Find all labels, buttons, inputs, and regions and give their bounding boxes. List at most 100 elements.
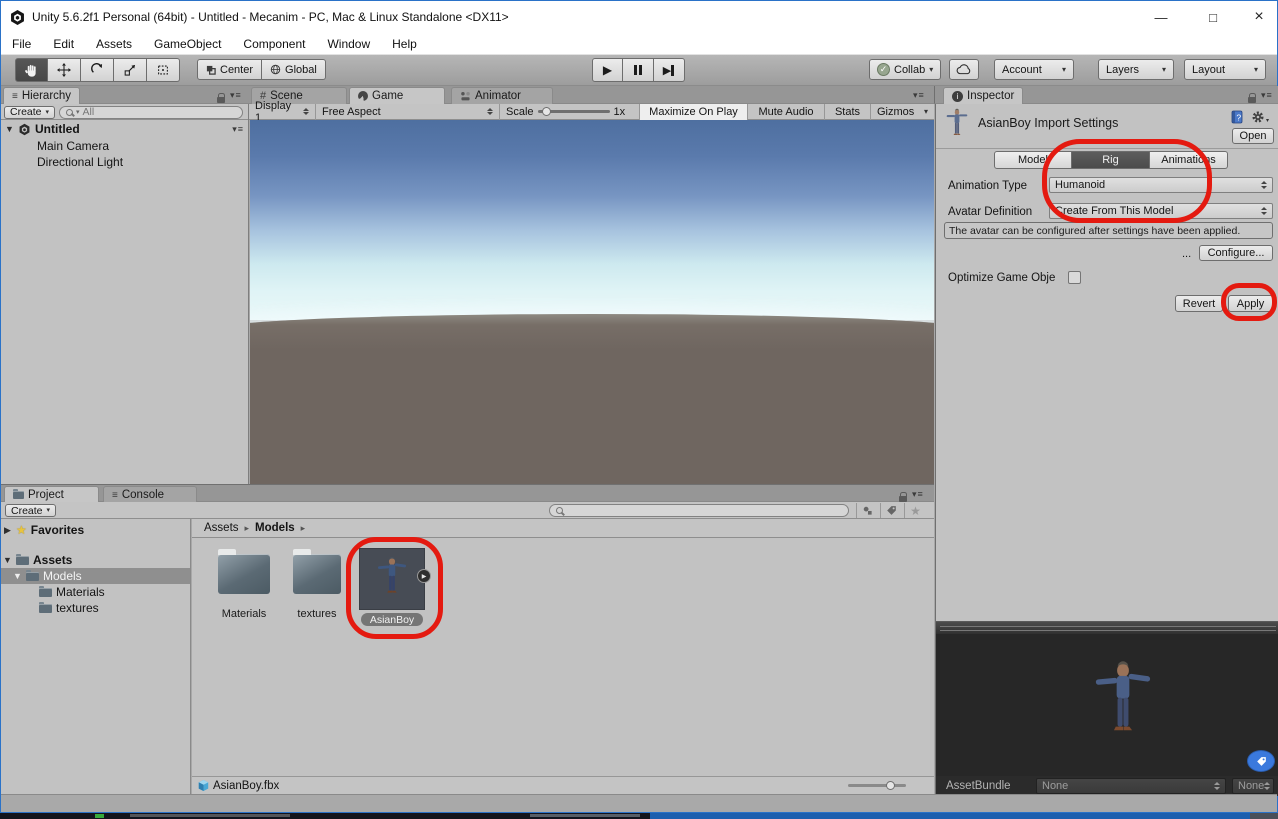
pivot-center-button[interactable]: Center	[197, 59, 262, 80]
collab-check-icon: ✓	[877, 63, 890, 76]
tag-icon	[1256, 756, 1267, 767]
menu-component[interactable]: Component	[232, 33, 316, 55]
menu-gameobject[interactable]: GameObject	[143, 33, 232, 55]
maximize-on-play-toggle[interactable]: Maximize On Play	[640, 104, 748, 120]
close-button[interactable]: ×	[1239, 2, 1278, 32]
tab-hierarchy[interactable]: ≡ Hierarchy	[3, 87, 80, 104]
taskbar-active-app[interactable]	[650, 813, 1250, 819]
menu-help[interactable]: Help	[381, 33, 428, 55]
thumbnail-size-slider[interactable]	[848, 784, 906, 787]
optimize-checkbox[interactable]	[1068, 271, 1081, 284]
console-icon: ≡	[112, 490, 118, 501]
gizmos-dropdown[interactable]: Gizmos▾	[871, 104, 934, 120]
tab-console[interactable]: ≡ Console	[103, 486, 197, 503]
globe-icon	[270, 64, 281, 75]
breadcrumb-assets[interactable]: Assets	[204, 522, 239, 534]
menu-window[interactable]: Window	[316, 33, 381, 55]
layout-dropdown[interactable]: Layout▾	[1184, 59, 1266, 80]
panel-menu-icon[interactable]: ▾≡	[1261, 90, 1273, 101]
open-button[interactable]: Open	[1232, 128, 1274, 144]
taskbar-app-icon[interactable]	[95, 814, 104, 818]
preview-resize-handle[interactable]	[936, 621, 1278, 634]
mute-audio-toggle[interactable]: Mute Audio	[748, 104, 825, 120]
game-toolbar: Display 1 Free Aspect Scale 1x Maximize …	[249, 104, 934, 120]
assetbundle-tag-button[interactable]	[1248, 751, 1274, 771]
tab-inspector[interactable]: i Inspector	[943, 87, 1023, 104]
updown-icon	[303, 108, 309, 116]
panel-menu-icon[interactable]: ▾≡	[230, 90, 242, 101]
game-view[interactable]	[250, 120, 934, 484]
rotate-tool-button[interactable]	[81, 58, 114, 82]
saved-search-star-button[interactable]: ★	[904, 503, 926, 518]
search-by-type-button[interactable]	[856, 503, 878, 518]
tab-animator[interactable]: Animator	[451, 87, 553, 104]
configure-button[interactable]: Configure...	[1199, 245, 1273, 261]
tab-project[interactable]: Project	[4, 486, 99, 503]
project-search-input[interactable]	[549, 504, 849, 517]
updown-icon	[1261, 207, 1267, 215]
hierarchy-scene-row[interactable]: ▼ Untitled ▾≡	[1, 121, 248, 137]
tree-assets[interactable]: ▼ Assets	[1, 552, 190, 568]
move-tool-button[interactable]	[48, 58, 81, 82]
hierarchy-item-main-camera[interactable]: Main Camera	[37, 138, 109, 154]
move-icon	[57, 63, 71, 77]
panel-menu-icon[interactable]: ▾≡	[913, 90, 925, 101]
avatar-definition-label: Avatar Definition	[948, 206, 1032, 218]
revert-button[interactable]: Revert	[1175, 295, 1223, 312]
unity-logo-icon	[9, 9, 26, 26]
maximize-button[interactable]: □	[1193, 2, 1233, 32]
play-icon: ▶	[603, 63, 612, 77]
chevron-down-icon: ▾	[1254, 66, 1258, 74]
tab-game[interactable]: Game	[349, 87, 445, 104]
slider-thumb[interactable]	[886, 781, 895, 790]
expanded-icon[interactable]: ▼	[5, 124, 14, 134]
rect-tool-button[interactable]	[147, 58, 180, 82]
updown-icon	[487, 108, 493, 116]
folder-icon	[39, 604, 52, 613]
minimize-button[interactable]: —	[1141, 2, 1181, 32]
step-button[interactable]: ▶	[654, 58, 685, 82]
annotation-circle-rig-settings	[1042, 139, 1212, 223]
pause-button[interactable]	[623, 58, 654, 82]
search-by-label-button[interactable]	[880, 503, 902, 518]
help-icon[interactable]: ?	[1230, 110, 1244, 127]
hierarchy-item-directional-light[interactable]: Directional Light	[37, 154, 123, 170]
gear-icon[interactable]: ▾	[1251, 110, 1269, 124]
assetbundle-variant-dropdown[interactable]: None	[1232, 778, 1274, 794]
menu-edit[interactable]: Edit	[42, 33, 85, 55]
tree-favorites[interactable]: ▶ ★ Favorites	[1, 522, 190, 538]
grid-item-materials[interactable]: Materials	[214, 554, 274, 620]
tree-textures[interactable]: textures	[1, 600, 190, 616]
scale-slider[interactable]	[538, 110, 610, 113]
breadcrumb-models[interactable]: Models	[255, 522, 295, 534]
scene-menu-icon[interactable]: ▾≡	[232, 124, 244, 135]
assetbundle-dropdown[interactable]: None	[1036, 778, 1226, 794]
preview-viewport[interactable]	[936, 634, 1278, 776]
menu-file[interactable]: File	[1, 33, 42, 55]
stats-toggle[interactable]: Stats	[825, 104, 871, 120]
menu-assets[interactable]: Assets	[85, 33, 143, 55]
titlebar: Unity 5.6.2f1 Personal (64bit) - Untitle…	[1, 1, 1277, 33]
cloud-button[interactable]	[949, 59, 979, 80]
lock-icon[interactable]	[1248, 97, 1256, 103]
project-create-button[interactable]: Create▾	[5, 504, 56, 517]
layers-dropdown[interactable]: Layers▾	[1098, 59, 1174, 80]
windows-taskbar[interactable]	[0, 813, 1278, 819]
hierarchy-create-button[interactable]: Create▾	[4, 106, 55, 119]
pivot-global-button[interactable]: Global	[262, 59, 326, 80]
account-dropdown[interactable]: Account▾	[994, 59, 1074, 80]
scale-tool-button[interactable]	[114, 58, 147, 82]
grid-item-textures[interactable]: textures	[289, 554, 345, 620]
tree-materials[interactable]: Materials	[1, 584, 190, 600]
collab-button[interactable]: ✓ Collab ▾	[869, 59, 941, 80]
aspect-dropdown[interactable]: Free Aspect	[316, 104, 500, 120]
display-dropdown[interactable]: Display 1	[249, 104, 316, 120]
play-button[interactable]: ▶	[592, 58, 623, 82]
hand-tool-button[interactable]	[15, 58, 48, 82]
slider-thumb[interactable]	[542, 107, 551, 116]
tree-models-selected[interactable]: ▼ Models	[1, 568, 190, 584]
hierarchy-panel: Create▾ ▾ All ▼ Untitled ▾≡ Main Camera …	[1, 104, 249, 484]
panel-menu-icon[interactable]: ▾≡	[912, 489, 924, 500]
lock-icon[interactable]	[217, 97, 225, 103]
hierarchy-search-input[interactable]: ▾ All	[59, 106, 243, 119]
